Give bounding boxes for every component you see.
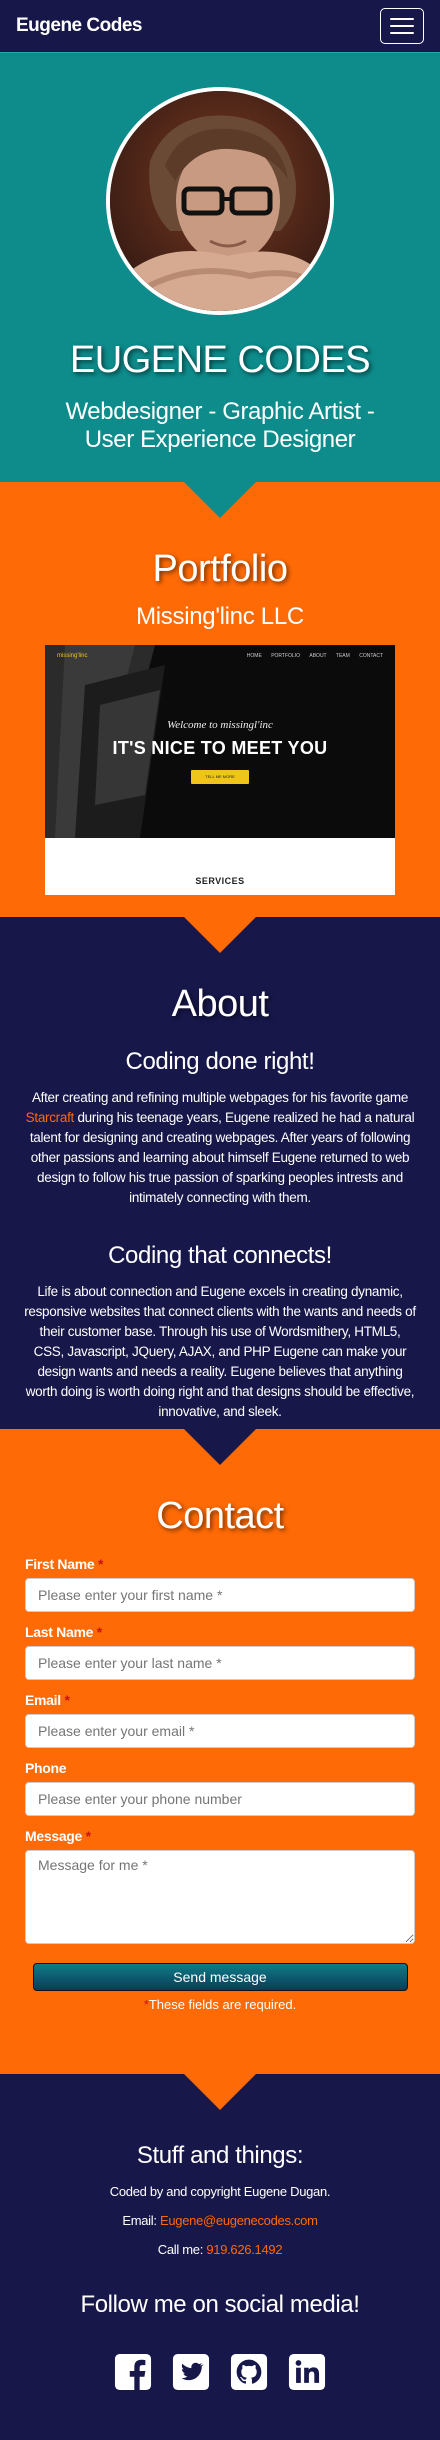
tagline: Webdesigner - Graphic Artist - User Expe…: [65, 398, 375, 453]
facebook-icon[interactable]: [114, 2353, 152, 2396]
starcraft-link[interactable]: Starcraft: [26, 1110, 75, 1125]
portfolio-client-name: Missing'linc LLC: [136, 603, 304, 630]
about-heading: About: [171, 983, 269, 1025]
email-link[interactable]: Eugene@eugenecodes.com: [160, 2213, 318, 2228]
message-label: Message *: [25, 1828, 91, 1844]
first-name-group: First Name *: [25, 1556, 415, 1612]
screenshot-logo: missing'linc: [57, 653, 88, 659]
twitter-icon[interactable]: [172, 2353, 210, 2396]
portfolio-heading: Portfolio: [152, 548, 288, 590]
page-title: EUGENE CODES: [69, 339, 371, 381]
contact-section: Contact First Name * Last Name * Email *…: [0, 1429, 440, 2110]
menu-toggle-button[interactable]: [380, 8, 424, 44]
last-name-input[interactable]: [25, 1646, 415, 1680]
screenshot-headline: IT'S NICE TO MEET YOU: [112, 738, 328, 758]
github-icon[interactable]: [230, 2353, 268, 2396]
first-name-input[interactable]: [25, 1578, 415, 1612]
contact-heading: Contact: [156, 1495, 284, 1537]
phone-input[interactable]: [25, 1782, 415, 1816]
message-textarea[interactable]: [25, 1850, 415, 1944]
section-divider-arrow: [183, 481, 257, 518]
profile-photo: [106, 87, 334, 315]
screenshot-nav: missing'linc HOME PORTFOLIO ABOUT TEAM C…: [45, 653, 395, 659]
screenshot-nav-link: CONTACT: [359, 653, 383, 659]
screenshot-hero: missing'linc HOME PORTFOLIO ABOUT TEAM C…: [45, 645, 395, 838]
portfolio-section: Portfolio Missing'linc LLC missing'linc …: [0, 482, 440, 953]
section-divider-arrow: [183, 1428, 257, 1465]
screenshot-nav-link: HOME: [246, 653, 262, 659]
masthead: EUGENE CODES Webdesigner - Graphic Artis…: [0, 52, 440, 518]
section-divider-arrow: [183, 916, 257, 953]
email-label: Email *: [25, 1692, 70, 1708]
message-group: Message *: [25, 1828, 415, 1949]
phone-line: Call me: 919.626.1492: [157, 2242, 283, 2257]
about-section: About Coding done right! After creating …: [0, 917, 440, 1465]
last-name-group: Last Name *: [25, 1624, 415, 1680]
send-message-button[interactable]: Send message: [32, 1963, 408, 1991]
footer-heading: Stuff and things:: [136, 2142, 304, 2169]
screenshot-welcome: Welcome to missingl'inc: [167, 719, 273, 731]
hamburger-icon: [390, 18, 414, 20]
phone-group: Phone: [25, 1760, 415, 1816]
phone-link[interactable]: 919.626.1492: [206, 2242, 282, 2257]
about-paragraph-1: After creating and refining multiple web…: [25, 1090, 415, 1205]
about-subheading-1: Coding done right!: [125, 1048, 315, 1075]
email-input[interactable]: [25, 1714, 415, 1748]
about-subheading-2: Coding that connects!: [108, 1242, 332, 1269]
phone-label: Phone: [25, 1760, 67, 1776]
navbar: Eugene Codes: [0, 0, 440, 52]
section-divider-arrow: [183, 2073, 257, 2110]
portfolio-screenshot[interactable]: missing'linc HOME PORTFOLIO ABOUT TEAM C…: [45, 645, 395, 895]
follow-heading: Follow me on social media!: [80, 2291, 360, 2318]
about-paragraph-2: Life is about connection and Eugene exce…: [24, 1284, 416, 1419]
screenshot-nav-link: TEAM: [335, 653, 350, 659]
footer: Stuff and things: Coded by and copyright…: [0, 2074, 440, 2440]
copyright-text: Coded by and copyright Eugene Dugan.: [109, 2184, 331, 2199]
first-name-label: First Name *: [25, 1556, 104, 1572]
email-line: Email: Eugene@eugenecodes.com: [122, 2213, 318, 2228]
contact-form: First Name * Last Name * Email * Phone M…: [0, 1556, 440, 2012]
screenshot-nav-link: ABOUT: [309, 653, 327, 659]
email-group: Email *: [25, 1692, 415, 1748]
brand-link[interactable]: Eugene Codes: [16, 15, 142, 37]
screenshot-services: SERVICES: [195, 876, 245, 886]
required-fields-note: *These fields are required.: [143, 1997, 297, 2012]
screenshot-nav-link: PORTFOLIO: [271, 653, 300, 659]
screenshot-button: TELL ME MORE: [191, 770, 249, 784]
social-links: [0, 2353, 440, 2396]
linkedin-icon[interactable]: [288, 2353, 326, 2396]
last-name-label: Last Name *: [25, 1624, 102, 1640]
